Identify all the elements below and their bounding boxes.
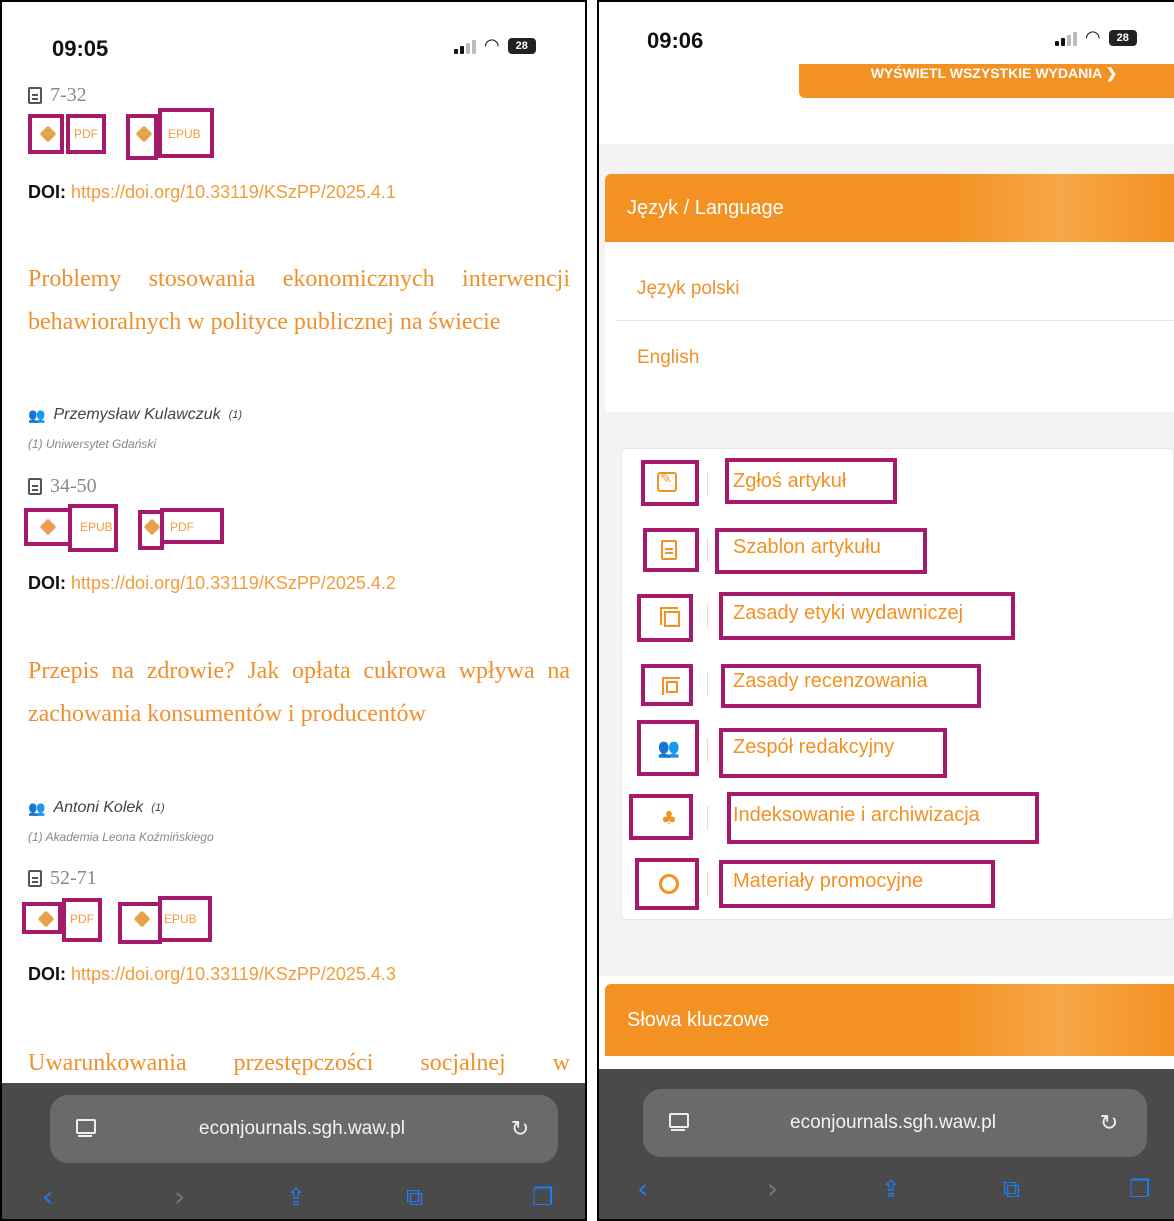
article-author: 👥 Antoni Kolek (1) xyxy=(28,799,165,816)
highlight-box xyxy=(719,728,947,778)
file-icon xyxy=(28,87,42,104)
divider xyxy=(707,472,708,496)
wifi-icon: ◠ xyxy=(1085,27,1101,48)
left-phone-screen: 09:05 ◠ 28 7-32 PDF EPUB DOI: https://do… xyxy=(0,0,587,1221)
browser-toolbar: econjournals.sgh.waw.pl ↻ ‹ › ⇪ ⧉ ❐ xyxy=(2,1083,585,1219)
status-time: 09:05 xyxy=(52,36,109,61)
article-pages: 34-50 xyxy=(28,475,97,498)
article-title-link[interactable]: Uwarunkowania przestępczości socjalnej w xyxy=(28,1042,570,1085)
language-polish-link[interactable]: Język polski xyxy=(637,278,739,300)
share-icon[interactable]: ⇪ xyxy=(286,1181,306,1213)
doi-link[interactable]: https://doi.org/10.33119/KSzPP/2025.4.2 xyxy=(71,573,396,593)
highlight-box xyxy=(727,792,1039,844)
article-pages: 52-71 xyxy=(28,867,97,890)
status-icons: ◠ 28 xyxy=(454,35,536,56)
highlight-box xyxy=(28,114,64,154)
keywords-panel-header: Słowa kluczowe xyxy=(605,984,1174,1056)
divider xyxy=(707,538,708,562)
divider xyxy=(707,872,708,896)
highlight-box xyxy=(158,108,214,158)
address-bar[interactable]: econjournals.sgh.waw.pl ↻ xyxy=(50,1095,558,1163)
divider xyxy=(707,738,708,762)
article-pages: 7-32 xyxy=(28,84,87,107)
address-bar[interactable]: econjournals.sgh.waw.pl ↻ xyxy=(643,1089,1147,1157)
highlight-box xyxy=(641,664,693,706)
reload-icon[interactable]: ↻ xyxy=(508,1117,532,1142)
status-icons: ◠ 28 xyxy=(1055,27,1137,48)
article-title-link[interactable]: Przepis na zdrowie? Jak opłata cukrowa w… xyxy=(28,650,570,736)
bookmarks-icon[interactable]: ⧉ xyxy=(1003,1173,1020,1205)
tabs-icon[interactable]: ❐ xyxy=(1129,1173,1151,1205)
author-affiliation: (1) Akademia Leona Koźmińskiego xyxy=(28,830,214,844)
url-text[interactable]: econjournals.sgh.waw.pl xyxy=(689,1112,1097,1134)
highlight-box xyxy=(126,114,158,160)
divider xyxy=(707,806,708,830)
divider xyxy=(587,0,597,1221)
battery-icon: 28 xyxy=(1108,30,1137,46)
highlight-box xyxy=(22,902,62,934)
forward-icon: › xyxy=(767,1172,779,1205)
signal-icon xyxy=(1055,30,1077,46)
reader-icon[interactable] xyxy=(669,1113,689,1133)
divider xyxy=(707,604,708,628)
doi-line: DOI: https://doi.org/10.33119/KSzPP/2025… xyxy=(28,573,396,593)
back-icon[interactable]: ‹ xyxy=(637,1173,648,1205)
browser-toolbar: econjournals.sgh.waw.pl ↻ ‹ › ⇪ ⧉ ❐ xyxy=(599,1069,1174,1219)
highlight-box xyxy=(719,592,1015,640)
forward-icon: › xyxy=(174,1180,186,1213)
language-panel-header: Język / Language xyxy=(605,174,1174,242)
users-icon: 👥 xyxy=(28,406,46,423)
highlight-box xyxy=(118,902,162,944)
highlight-box xyxy=(715,528,927,574)
highlight-box xyxy=(725,458,897,504)
browser-nav: ‹ › ⇪ ⧉ ❐ xyxy=(599,1171,1174,1211)
browser-nav: ‹ › ⇪ ⧉ ❐ xyxy=(2,1179,585,1219)
highlight-box xyxy=(637,594,693,642)
wifi-icon: ◠ xyxy=(484,35,500,56)
highlight-box xyxy=(635,858,699,910)
doi-line: DOI: https://doi.org/10.33119/KSzPP/2025… xyxy=(28,964,396,984)
signal-icon xyxy=(454,38,476,54)
highlight-box xyxy=(62,898,102,942)
bookmarks-icon[interactable]: ⧉ xyxy=(406,1181,423,1213)
status-time: 09:06 xyxy=(647,28,704,53)
highlight-box xyxy=(68,504,118,552)
divider xyxy=(707,672,708,696)
article-title-link[interactable]: Problemy stosowania ekonomicznych interw… xyxy=(28,258,570,344)
highlight-box xyxy=(637,720,699,776)
highlight-box xyxy=(158,896,212,942)
doi-link[interactable]: https://doi.org/10.33119/KSzPP/2025.4.1 xyxy=(71,182,396,202)
highlight-box xyxy=(66,114,106,154)
highlight-box xyxy=(24,508,72,546)
divider xyxy=(615,320,1174,321)
author-affiliation: (1) Uniwersytet Gdański xyxy=(28,437,157,451)
right-phone-screen: 09:06 ◠ 28 WYŚWIETL WSZYSTKIE WYDANIA ❯ … xyxy=(597,0,1174,1221)
battery-icon: 28 xyxy=(507,38,536,54)
users-icon: 👥 xyxy=(28,799,46,816)
language-english-link[interactable]: English xyxy=(637,347,699,369)
doi-link[interactable]: https://doi.org/10.33119/KSzPP/2025.4.3 xyxy=(71,964,396,984)
file-icon xyxy=(28,870,42,887)
file-icon xyxy=(28,478,42,495)
share-icon[interactable]: ⇪ xyxy=(881,1173,901,1205)
highlight-box xyxy=(160,508,224,544)
tabs-icon[interactable]: ❐ xyxy=(532,1181,554,1213)
doi-line: DOI: https://doi.org/10.33119/KSzPP/2025… xyxy=(28,182,396,202)
highlight-box xyxy=(643,528,699,572)
highlight-box xyxy=(641,460,699,506)
reload-icon[interactable]: ↻ xyxy=(1097,1111,1121,1136)
reader-icon[interactable] xyxy=(76,1119,96,1139)
url-text[interactable]: econjournals.sgh.waw.pl xyxy=(96,1118,508,1140)
highlight-box xyxy=(719,860,995,908)
all-issues-button[interactable]: WYŚWIETL WSZYSTKIE WYDANIA ❯ xyxy=(799,64,1174,98)
language-panel xyxy=(605,242,1174,412)
article-author: 👥 Przemysław Kulawczuk (1) xyxy=(28,406,243,423)
highlight-box xyxy=(721,664,981,708)
highlight-box xyxy=(629,794,693,840)
back-icon[interactable]: ‹ xyxy=(42,1181,53,1213)
